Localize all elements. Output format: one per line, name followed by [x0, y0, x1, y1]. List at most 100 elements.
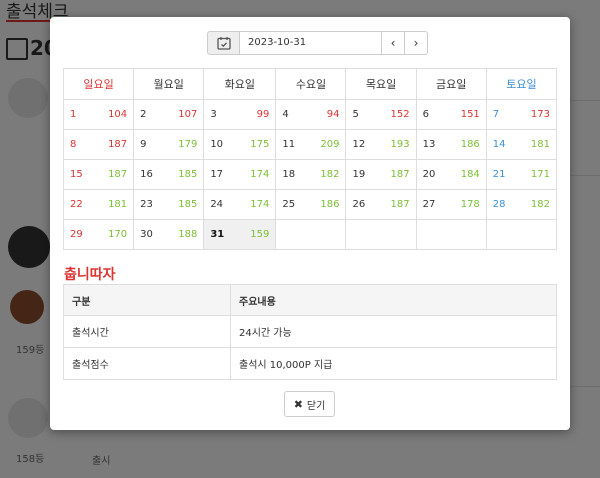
day-number: 2: [140, 109, 147, 120]
calendar-week-row: 15 187 16 185 17 174 18 182 19 187 20 184 21 171: [62, 159, 558, 190]
calendar-day-cell[interactable]: 28 182: [485, 189, 558, 220]
attendance-count: 104: [108, 109, 128, 120]
day-number: 23: [140, 199, 153, 210]
calendar-day-cell[interactable]: 2 107: [133, 99, 205, 130]
info-header-row: 구분 주요내용: [63, 284, 557, 316]
calendar-week-row: 22 181 23 185 24 174 25 186 26 187 27 178 28 182: [62, 189, 558, 220]
day-number: 28: [492, 199, 506, 210]
attendance-count: 175: [250, 139, 270, 150]
calendar-day-cell[interactable]: 13 186: [415, 129, 487, 160]
calendar-day-cell[interactable]: 26 187: [345, 189, 417, 220]
attendance-count: 151: [460, 109, 480, 120]
attendance-count: 94: [326, 109, 340, 120]
calendar-empty-cell: [345, 219, 417, 250]
calendar-day-cell[interactable]: 29 170: [62, 219, 135, 250]
calendar-day-cell[interactable]: 21 171: [485, 159, 558, 190]
day-number: 15: [70, 169, 83, 180]
calendar-day-cell[interactable]: 20 184: [415, 159, 487, 190]
info-header: 주요내용: [230, 284, 557, 316]
attendance-count: 174: [250, 169, 270, 180]
attendance-count: 181: [530, 139, 550, 150]
calendar-day-cell[interactable]: 10 175: [203, 129, 277, 160]
calendar-day-cell[interactable]: 22 181: [62, 189, 135, 220]
calendar-day-cell[interactable]: 12 193: [345, 129, 417, 160]
date-input[interactable]: 2023-10-31: [239, 31, 382, 55]
calendar-day-cell[interactable]: 9 179: [133, 129, 205, 160]
prev-month-button[interactable]: ‹: [382, 31, 405, 55]
calendar-day-cell[interactable]: 11 209: [275, 129, 347, 160]
attendance-count: 187: [108, 139, 128, 150]
calendar-day-cell[interactable]: 1 104: [62, 99, 135, 130]
calendar-day-cell[interactable]: 24 174: [203, 189, 277, 220]
table-row: 출석시간 24시간 가능: [63, 315, 557, 348]
close-button[interactable]: ✖ 닫기: [284, 391, 335, 417]
attendance-count: 99: [256, 109, 270, 120]
attendance-count: 173: [530, 109, 550, 120]
attendance-modal: 2023-10-31 ‹ › 일요일 월요일 화요일 수요일 목요일 금요일 토…: [50, 17, 570, 430]
calendar-day-cell[interactable]: 23 185: [133, 189, 205, 220]
day-number: 18: [282, 169, 296, 180]
day-number: 21: [492, 169, 506, 180]
calendar-day-cell[interactable]: 3 99: [203, 99, 277, 130]
calendar-day-cell[interactable]: 8 187: [62, 129, 135, 160]
day-number: 4: [282, 109, 289, 120]
calendar-day-cell[interactable]: 7 173: [485, 99, 558, 130]
attendance-count: 159: [250, 229, 270, 240]
calendar-day-cell[interactable]: 6 151: [415, 99, 487, 130]
weekday-header: 화요일: [203, 68, 277, 100]
day-number: 11: [282, 139, 296, 150]
calendar-day-cell[interactable]: 17 174: [203, 159, 277, 190]
weekday-header: 토요일: [485, 68, 558, 100]
calendar-empty-cell: [415, 219, 487, 250]
next-month-button[interactable]: ›: [405, 31, 428, 55]
attendance-count: 186: [460, 139, 480, 150]
attendance-calendar: 일요일 월요일 화요일 수요일 목요일 금요일 토요일 1 104 2 107 3 99 4…: [62, 68, 558, 250]
calendar-check-icon[interactable]: [207, 31, 239, 55]
calendar-day-cell[interactable]: 15 187: [62, 159, 135, 190]
table-row: 출석점수 출석시 10,000P 지급: [63, 347, 557, 380]
attendance-count: 181: [108, 199, 128, 210]
info-header: 구분: [63, 284, 231, 316]
calendar-week-row: 1 104 2 107 3 99 4 94 5 152 6 151 7 173: [62, 99, 558, 130]
calendar-day-cell[interactable]: 18 182: [275, 159, 347, 190]
day-number: 3: [210, 109, 217, 120]
info-cell: 출석시간: [63, 315, 231, 348]
day-number: 14: [492, 139, 506, 150]
calendar-day-cell[interactable]: 30 188: [133, 219, 205, 250]
date-picker-bar: 2023-10-31 ‹ ›: [207, 31, 428, 55]
day-number: 1: [70, 109, 77, 120]
day-number: 22: [70, 199, 83, 210]
calendar-day-cell[interactable]: 4 94: [275, 99, 347, 130]
day-number: 7: [492, 109, 500, 120]
calendar-day-cell[interactable]: 31 159: [203, 219, 277, 250]
attendance-count: 179: [178, 139, 198, 150]
weekday-header: 목요일: [345, 68, 417, 100]
calendar-week-row: 29 170 30 188 31 159: [62, 219, 558, 250]
calendar-day-cell[interactable]: 14 181: [485, 129, 558, 160]
calendar-day-cell[interactable]: 19 187: [345, 159, 417, 190]
calendar-day-cell[interactable]: 16 185: [133, 159, 205, 190]
day-number: 25: [282, 199, 296, 210]
attendance-count: 171: [530, 169, 550, 180]
calendar-day-cell[interactable]: 27 178: [415, 189, 487, 220]
attendance-count: 193: [390, 139, 410, 150]
weekday-header: 금요일: [415, 68, 487, 100]
day-number: 19: [352, 169, 366, 180]
attendance-count: 186: [320, 199, 340, 210]
attendance-count: 187: [390, 199, 410, 210]
day-number: 24: [210, 199, 224, 210]
day-number: 10: [210, 139, 224, 150]
calendar-day-cell[interactable]: 25 186: [275, 189, 347, 220]
info-cell: 출석시 10,000P 지급: [230, 347, 557, 380]
day-number: 30: [140, 229, 153, 240]
calendar-day-cell[interactable]: 5 152: [345, 99, 417, 130]
attendance-count: 174: [250, 199, 270, 210]
day-number: 27: [422, 199, 436, 210]
info-cell: 출석점수: [63, 347, 231, 380]
attendance-count: 187: [108, 169, 128, 180]
attendance-count: 185: [178, 169, 198, 180]
weekday-header: 월요일: [133, 68, 205, 100]
attendance-count: 209: [320, 139, 340, 150]
attendance-count: 184: [460, 169, 480, 180]
day-number: 26: [352, 199, 366, 210]
